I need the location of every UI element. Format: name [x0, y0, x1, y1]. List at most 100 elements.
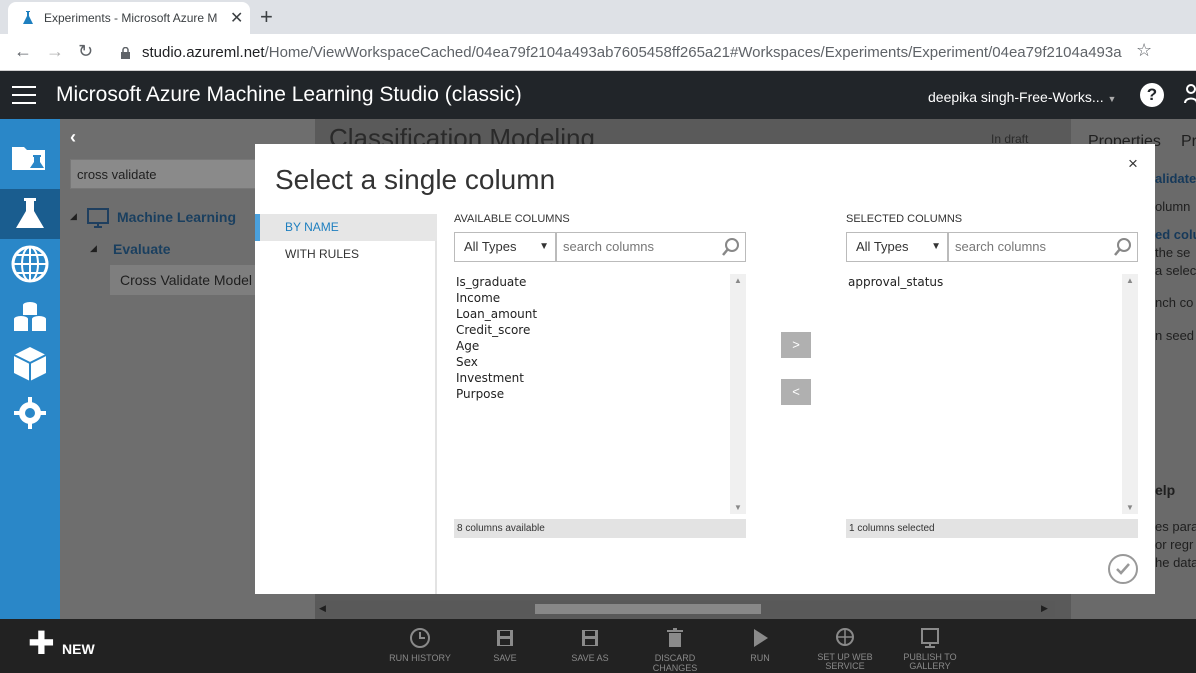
available-list-scrollbar[interactable]: ▲ ▼: [730, 274, 746, 514]
checkmark-icon: [1116, 563, 1130, 575]
collapse-palette-icon[interactable]: ‹: [70, 127, 76, 148]
publish-to-gallery-button[interactable]: PUBLISH TO GALLERY: [890, 627, 970, 671]
tree-expand-icon[interactable]: ◢: [70, 211, 77, 222]
save-button[interactable]: SAVE: [465, 627, 545, 663]
run-button[interactable]: RUN: [720, 627, 800, 663]
selected-type-filter[interactable]: All Types ▼: [846, 232, 948, 262]
app-title: Microsoft Azure Machine Learning Studio …: [56, 83, 522, 106]
available-columns-list[interactable]: Is_graduate Income Loan_amount Credit_score…: [454, 274, 746, 514]
scroll-up-icon[interactable]: ▲: [734, 276, 742, 285]
new-tab-icon[interactable]: +: [260, 4, 273, 30]
prop-line: n seed: [1155, 328, 1195, 343]
flask-favicon-icon: [23, 11, 33, 24]
save-as-disk-icon: [582, 630, 598, 646]
selected-columns-list[interactable]: approval_status: [846, 274, 1138, 514]
plus-icon: ✚: [28, 625, 55, 661]
column-list-item[interactable]: Is_graduate: [454, 274, 746, 290]
experiments-flask-icon[interactable]: [9, 193, 51, 235]
web-services-globe-icon[interactable]: [9, 243, 51, 285]
forward-icon[interactable]: →: [46, 41, 64, 62]
bottom-command-bar: ✚ NEW RUN HISTORY SAVE SAVE AS DISCARD C…: [0, 619, 1196, 673]
play-icon: [754, 629, 768, 647]
scrollbar-thumb[interactable]: [535, 604, 761, 614]
selected-search-input[interactable]: search columns: [948, 232, 1138, 262]
save-disk-icon: [497, 630, 513, 646]
url-field[interactable]: studio.azureml.net/Home/ViewWorkspaceCac…: [142, 44, 1122, 61]
close-icon[interactable]: ×: [1128, 154, 1138, 174]
prop-line: olumn: [1155, 199, 1191, 214]
scroll-up-icon[interactable]: ▲: [1126, 276, 1134, 285]
trash-icon: [667, 628, 683, 647]
clock-icon: [410, 628, 430, 648]
user-icon[interactable]: [1184, 83, 1196, 107]
tab-project[interactable]: Pr: [1181, 133, 1196, 151]
canvas-horizontal-scrollbar[interactable]: ◀ ▶: [315, 601, 1055, 617]
add-column-button[interactable]: >: [781, 332, 811, 358]
tree-item-evaluate[interactable]: Evaluate: [113, 241, 171, 257]
scroll-down-icon[interactable]: ▼: [734, 503, 742, 512]
run-history-button[interactable]: RUN HISTORY: [380, 627, 460, 663]
browser-tab-strip: Experiments - Microsoft Azure M ✕ +: [0, 0, 1196, 34]
workspace-selector[interactable]: deepika singh-Free-Works... ▼: [928, 89, 1116, 105]
column-list-item[interactable]: Credit_score: [454, 322, 746, 338]
select-column-dialog: Select a single column × BY NAME WITH RU…: [255, 144, 1155, 594]
left-nav: [0, 119, 60, 619]
tree-item-machine-learning[interactable]: Machine Learning: [117, 209, 236, 225]
set-up-web-service-button[interactable]: SET UP WEB SERVICE: [805, 627, 885, 671]
search-placeholder: search columns: [563, 239, 655, 254]
projects-folder-icon[interactable]: [9, 137, 51, 179]
dialog-mode-tabs: BY NAME WITH RULES: [255, 214, 437, 594]
column-list-item[interactable]: Purpose: [454, 386, 746, 402]
prop-line: a select: [1155, 263, 1196, 278]
url-host: studio.azureml.net: [142, 44, 265, 61]
tool-label: DISCARD CHANGES: [652, 653, 698, 673]
help-icon[interactable]: ?: [1140, 83, 1164, 107]
prop-line: the se: [1155, 245, 1191, 260]
datasets-icon[interactable]: [9, 295, 51, 337]
discard-changes-button[interactable]: DISCARD CHANGES: [635, 627, 715, 673]
save-as-button[interactable]: SAVE AS: [550, 627, 630, 663]
new-label: NEW: [62, 641, 95, 657]
ok-button[interactable]: [1108, 554, 1138, 584]
tab-with-rules[interactable]: WITH RULES: [255, 241, 437, 268]
scroll-down-icon[interactable]: ▼: [1126, 503, 1134, 512]
scroll-left-icon[interactable]: ◀: [319, 603, 326, 614]
column-list-item[interactable]: Investment: [454, 370, 746, 386]
browser-tab[interactable]: Experiments - Microsoft Azure M ✕: [8, 2, 250, 34]
trained-models-cube-icon[interactable]: [9, 343, 51, 385]
app-header: Microsoft Azure Machine Learning Studio …: [0, 71, 1196, 119]
tool-label: RUN HISTORY: [389, 653, 451, 663]
available-search-input[interactable]: search columns: [556, 232, 746, 262]
available-type-filter[interactable]: All Types ▼: [454, 232, 556, 262]
reload-icon[interactable]: ↻: [78, 41, 93, 62]
gallery-icon: [921, 628, 939, 648]
column-list-item[interactable]: Age: [454, 338, 746, 354]
settings-gear-icon[interactable]: [9, 392, 51, 434]
bookmark-star-icon[interactable]: ☆: [1136, 40, 1152, 61]
available-columns-header: AVAILABLE COLUMNS: [454, 213, 570, 225]
help-line: es para: [1155, 519, 1196, 534]
help-line: or regr: [1155, 537, 1194, 552]
search-placeholder: search columns: [955, 239, 1047, 254]
lock-icon: [121, 47, 130, 59]
tree-expand-icon[interactable]: ◢: [90, 243, 97, 254]
selected-list-scrollbar[interactable]: ▲ ▼: [1122, 274, 1138, 514]
selected-columns-header: SELECTED COLUMNS: [846, 213, 963, 225]
tab-title: Experiments - Microsoft Azure M: [44, 11, 218, 25]
tab-close-icon[interactable]: ✕: [230, 8, 243, 28]
column-list-item[interactable]: Sex: [454, 354, 746, 370]
scroll-right-icon[interactable]: ▶: [1041, 603, 1048, 614]
prop-line: ed colu: [1155, 227, 1196, 242]
tool-label: PUBLISH TO GALLERY: [903, 652, 957, 671]
dialog-title: Select a single column: [275, 164, 556, 195]
column-list-item[interactable]: Loan_amount: [454, 306, 746, 322]
chevron-down-icon: ▼: [539, 241, 549, 252]
column-list-item[interactable]: Income: [454, 290, 746, 306]
tab-by-name[interactable]: BY NAME: [255, 214, 437, 241]
prop-line: nch co: [1155, 295, 1194, 310]
remove-column-button[interactable]: <: [781, 379, 811, 405]
column-list-item[interactable]: approval_status: [846, 274, 1138, 290]
hamburger-menu-icon[interactable]: [12, 86, 36, 104]
search-icon: [722, 238, 739, 256]
back-icon[interactable]: ←: [14, 41, 32, 62]
